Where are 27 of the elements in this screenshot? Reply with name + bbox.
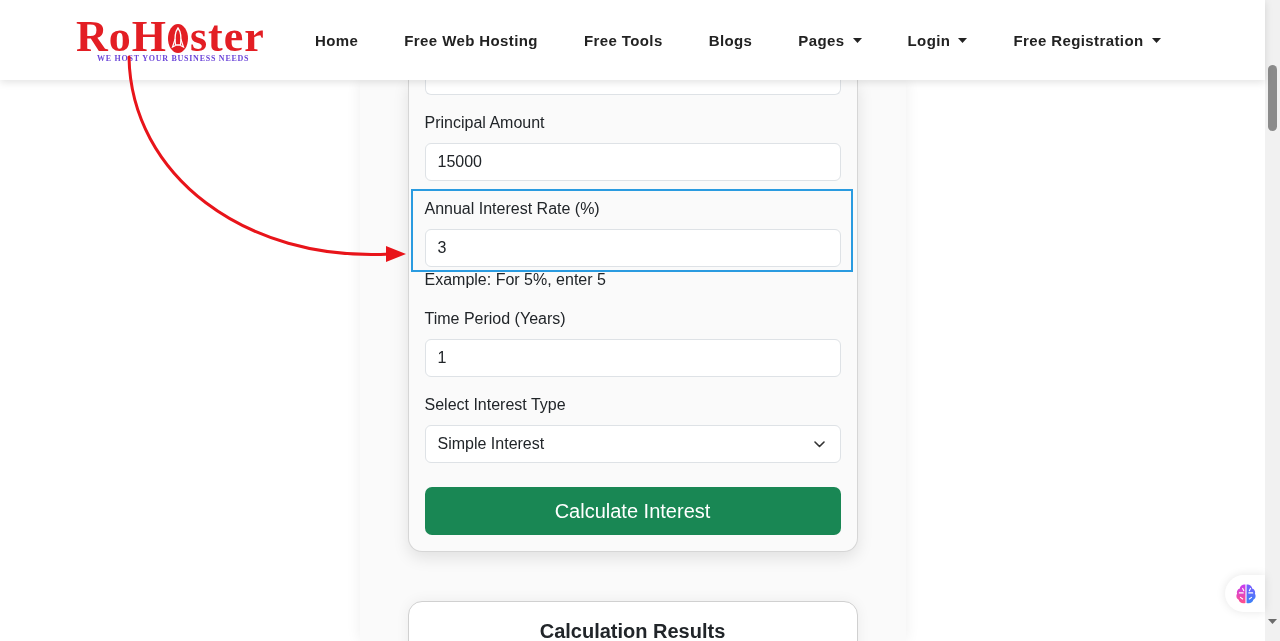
scrollbar-thumb[interactable] [1268,65,1277,131]
brain-icon [1235,583,1256,604]
nav-link[interactable]: Free Registration [1013,31,1161,49]
input-field[interactable]: 3 [424,229,841,267]
input-field[interactable]: 15000 [424,143,841,181]
field-label: Principal Amount [424,113,546,133]
field-label: Select Interest Type [424,395,567,415]
field-label: Time Period (Years) [424,309,567,329]
site-logo[interactable]: RoH ster [76,19,265,55]
rocket-icon [168,24,188,53]
nav-link[interactable]: Pages [798,31,862,49]
field-hint: Example: For 5%, enter 5 [424,270,607,290]
calculate-button[interactable]: Calculate Interest [424,487,841,535]
scroll-down-icon[interactable] [1268,619,1277,624]
assistant-button[interactable] [1225,575,1265,612]
nav-link[interactable]: Login [907,31,968,49]
select-field[interactable]: Simple Interest [424,425,841,463]
scrollbar[interactable] [1265,0,1280,641]
input-field[interactable]: 1 [424,339,841,377]
nav-link[interactable]: Free Tools [583,31,663,49]
results-heading: Calculation Results [538,619,727,641]
field-label: Annual Interest Rate (%) [424,199,601,219]
input-field[interactable] [424,80,841,95]
nav-link[interactable]: Free Web Hosting [404,31,538,49]
nav-link[interactable]: Blogs [708,31,753,49]
chevron-down-icon [813,440,825,448]
nav-link[interactable]: Home [315,31,359,49]
